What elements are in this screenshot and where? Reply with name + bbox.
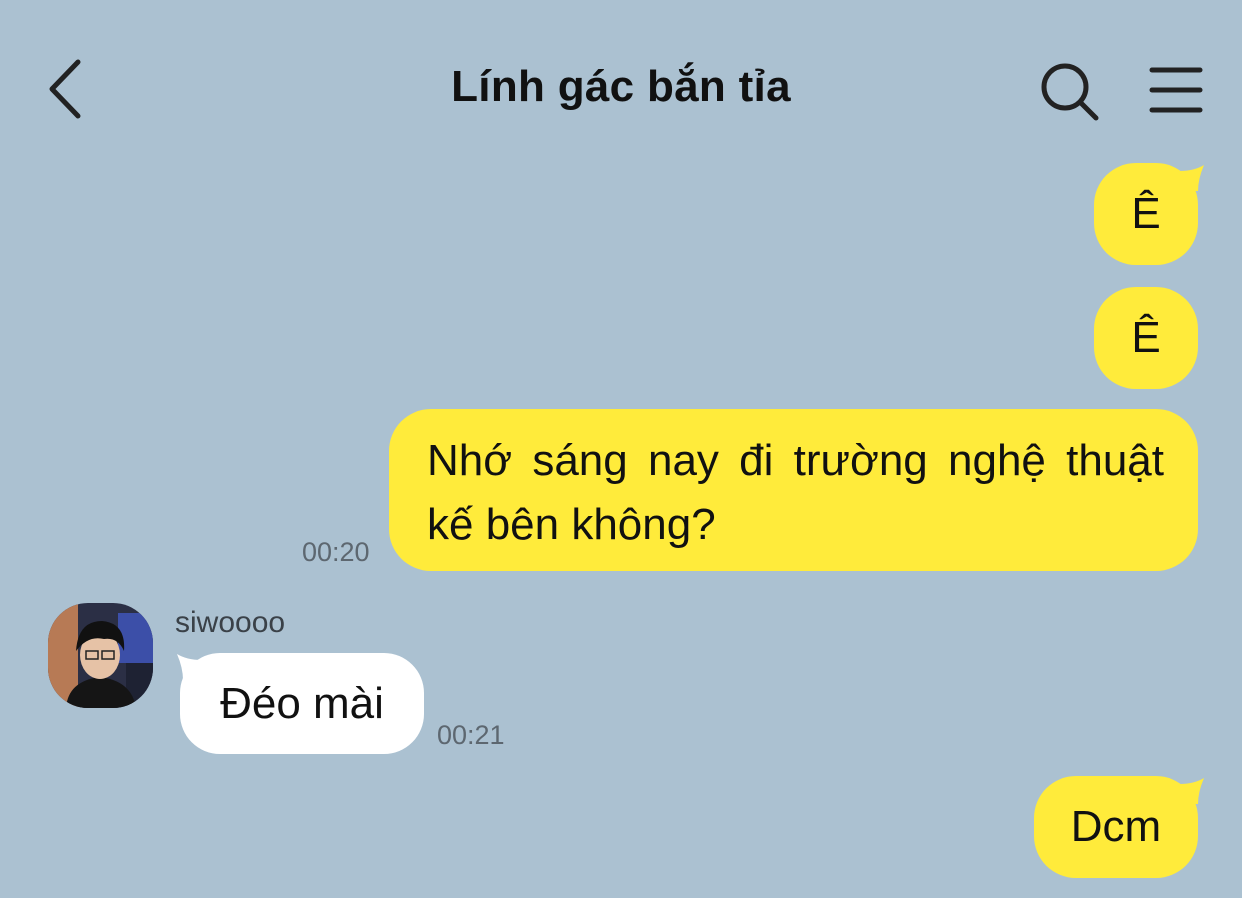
bubble-tail [1180,778,1204,804]
avatar-image [48,603,153,708]
message-timestamp: 00:20 [302,537,370,567]
message-bubble-sent[interactable]: Dcm [1034,776,1198,878]
message-bubble-received[interactable]: Đéo mài [180,653,424,754]
message-timestamp: 00:21 [437,720,505,750]
message-text: Ê [1131,189,1161,238]
message-text: Ê [1131,313,1161,362]
hamburger-menu-icon [1149,67,1203,113]
search-icon [1041,63,1099,121]
sender-name: siwoooo [175,606,286,639]
message-text: Nhớ sáng nay đi trường nghệ thuật kế bên… [427,436,1164,549]
menu-button[interactable] [1146,62,1206,122]
message-bubble-sent[interactable]: Ê [1094,287,1198,389]
message-bubble-sent[interactable]: Nhớ sáng nay đi trường nghệ thuật kế bên… [389,409,1198,571]
chat-header: Lính gác bắn tỉa [0,0,1242,170]
avatar[interactable] [48,603,153,708]
search-button[interactable] [1036,58,1104,126]
message-text: Đéo mài [220,679,384,728]
bubble-tail [1180,165,1204,191]
message-text: Dcm [1070,802,1162,851]
